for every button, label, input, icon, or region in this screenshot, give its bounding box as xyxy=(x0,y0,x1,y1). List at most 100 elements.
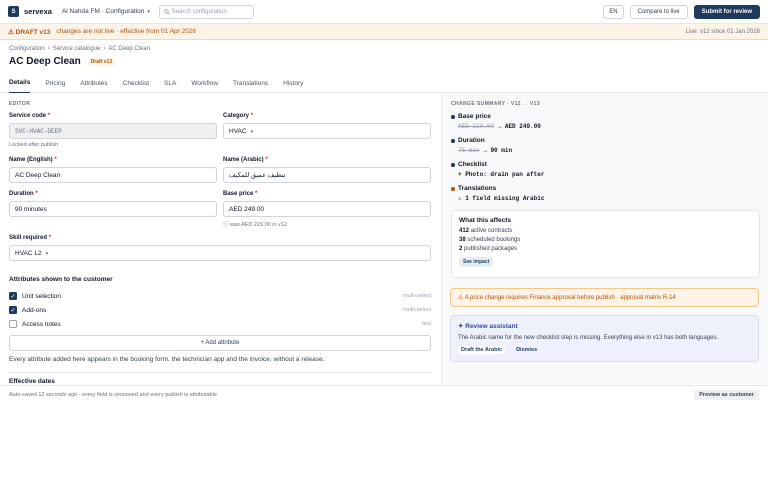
draft-arabic-button[interactable]: Draft the Arabic xyxy=(458,346,506,354)
attribute-label: Unit selection xyxy=(22,292,62,300)
brand-name: servexa xyxy=(24,7,52,16)
tab-pricing[interactable]: Pricing xyxy=(45,73,65,93)
change-item-checklist: Checklist + Photo: drain pan after xyxy=(451,161,751,178)
impact-text: published packages xyxy=(464,246,518,252)
impact-line: 2 published packages xyxy=(459,246,752,252)
change-detail: AED 229.00 → AED 249.00 xyxy=(458,123,751,130)
language-button[interactable]: EN xyxy=(603,4,624,19)
attribute-type: text xyxy=(422,321,431,327)
chevron-down-icon: ▼ xyxy=(249,128,255,134)
arrow-icon: → xyxy=(497,123,502,130)
title-row: AC Deep Clean Draft v13 xyxy=(9,56,116,67)
required-marker: * xyxy=(265,157,268,163)
impact-card: What this affects 412 active contracts 3… xyxy=(451,210,760,278)
name-en-field[interactable]: AC Deep Clean xyxy=(9,167,217,183)
bullet-icon xyxy=(451,139,455,143)
change-title: Translations xyxy=(458,185,497,192)
page-title: AC Deep Clean xyxy=(9,56,81,67)
name-en-label-text: Name (English) xyxy=(9,157,53,163)
tab-history[interactable]: History xyxy=(283,73,303,93)
service-code-field: SVC-HVAC-DEEP xyxy=(9,123,217,139)
effective-dates-heading: Effective dates xyxy=(9,378,55,385)
change-summary-title: CHANGE SUMMARY · V12 → V13 xyxy=(451,101,541,107)
attribute-row[interactable]: ✓ Unit selection multi-select xyxy=(9,290,431,302)
live-version: Live: v12 since 01 Jan 2026 xyxy=(685,28,760,35)
assistant-actions: Draft the Arabic Dismiss xyxy=(458,346,751,354)
checkbox-unchecked[interactable] xyxy=(9,320,17,328)
duration-field[interactable]: 90 minutes xyxy=(9,201,217,217)
category-select[interactable]: HVAC ▼ xyxy=(223,123,431,139)
impact-count: 38 xyxy=(459,237,466,243)
tab-bar: Details Pricing Attributes Checklist SLA… xyxy=(0,73,768,93)
approval-warning: ⚠ A price change requires Finance approv… xyxy=(450,288,759,307)
bullet-icon xyxy=(451,163,455,167)
name-ar-field[interactable]: تنظيف عميق للمكيف xyxy=(223,167,431,183)
impact-heading: What this affects xyxy=(459,217,512,224)
org-label: Al Nahda FM · Configuration xyxy=(61,8,145,15)
attribute-row[interactable]: Access notes text xyxy=(9,318,431,330)
tab-sla[interactable]: SLA xyxy=(164,73,176,93)
tab-details[interactable]: Details xyxy=(9,73,31,93)
attributes-note: Every attribute added here appears in th… xyxy=(9,356,325,363)
required-marker: * xyxy=(35,191,38,197)
attribute-label: Access notes xyxy=(22,320,61,328)
submit-for-review-button[interactable]: Submit for review xyxy=(693,4,760,19)
change-item-translations: Translations ⚠ 1 field missing Arabic xyxy=(451,185,751,202)
category-label-text: Category xyxy=(223,113,250,119)
impact-count: 2 xyxy=(459,246,463,252)
checkbox-checked[interactable]: ✓ xyxy=(9,292,17,300)
impact-text: scheduled bookings xyxy=(467,237,521,243)
tab-checklist[interactable]: Checklist xyxy=(123,73,149,93)
skill-label: Skill required * xyxy=(9,235,51,241)
required-marker: * xyxy=(255,191,258,197)
attribute-row[interactable]: ✓ Add-ons multi-select xyxy=(9,304,431,316)
base-price-field[interactable]: AED 249.00 xyxy=(223,201,431,217)
app-logo[interactable]: S xyxy=(8,6,19,17)
divider xyxy=(9,372,431,373)
warning-icon: ⚠ xyxy=(8,28,16,36)
dismiss-button[interactable]: Dismiss xyxy=(513,346,540,354)
old-value: 75 min xyxy=(458,147,480,154)
preview-as-customer-button[interactable]: Preview as customer xyxy=(694,389,759,400)
org-switcher[interactable]: Al Nahda FM · Configuration ▼ xyxy=(62,8,151,15)
review-assistant-card: ✦ Review assistant The Arabic name for t… xyxy=(450,315,759,362)
add-attribute-button[interactable]: + Add attribute xyxy=(9,335,431,351)
breadcrumb-service-catalogue[interactable]: Service catalogue xyxy=(53,46,101,52)
breadcrumb-configuration[interactable]: Configuration xyxy=(9,46,45,52)
tab-attributes[interactable]: Attributes xyxy=(80,73,107,93)
bullet-icon xyxy=(451,115,455,119)
duration-label: Duration * xyxy=(9,191,38,197)
base-price-label-text: Base price xyxy=(223,191,254,197)
breadcrumb-current: AC Deep Clean xyxy=(108,46,151,52)
change-title: Checklist xyxy=(458,161,487,168)
attribute-label: Add-ons xyxy=(22,306,47,314)
checkbox-checked[interactable]: ✓ xyxy=(9,306,17,314)
chevron-down-icon: ▼ xyxy=(44,250,50,256)
change-title: Duration xyxy=(458,137,485,144)
name-ar-label-text: Name (Arabic) xyxy=(223,157,264,163)
search-placeholder: Search configuration xyxy=(171,8,227,15)
category-label: Category * xyxy=(223,113,253,119)
top-bar: S servexa Al Nahda FM · Configuration ▼ S… xyxy=(0,0,768,24)
skill-label-text: Skill required xyxy=(9,235,48,241)
skill-value: HVAC L2 xyxy=(15,249,42,257)
search-input[interactable]: Search configuration xyxy=(158,4,254,19)
breadcrumb-separator: › xyxy=(47,46,50,52)
impact-line: 412 active contracts xyxy=(459,228,752,234)
change-item-duration: Duration 75 min → 90 min xyxy=(451,137,751,154)
tab-workflow[interactable]: Workflow xyxy=(191,73,218,93)
see-impact-button[interactable]: See impact xyxy=(459,257,494,267)
compare-to-live-button[interactable]: Compare to live xyxy=(629,4,688,19)
required-marker: * xyxy=(47,113,51,119)
autosave-status: Auto-saved 12 seconds ago · every field … xyxy=(9,391,217,398)
name-ar-label: Name (Arabic) * xyxy=(223,157,268,163)
tab-translations[interactable]: Translations xyxy=(233,73,268,93)
chevron-down-icon: ▼ xyxy=(146,9,151,14)
change-detail: ⚠ 1 field missing Arabic xyxy=(458,195,545,202)
new-value: 90 min xyxy=(490,147,513,154)
change-item-base-price: Base price AED 229.00 → AED 249.00 xyxy=(451,113,751,130)
skill-select[interactable]: HVAC L2 ▼ xyxy=(9,245,431,261)
required-marker: * xyxy=(250,113,254,119)
new-value: AED 249.00 xyxy=(504,123,541,130)
draft-label: ⚠ DRAFT v13 xyxy=(8,28,50,36)
